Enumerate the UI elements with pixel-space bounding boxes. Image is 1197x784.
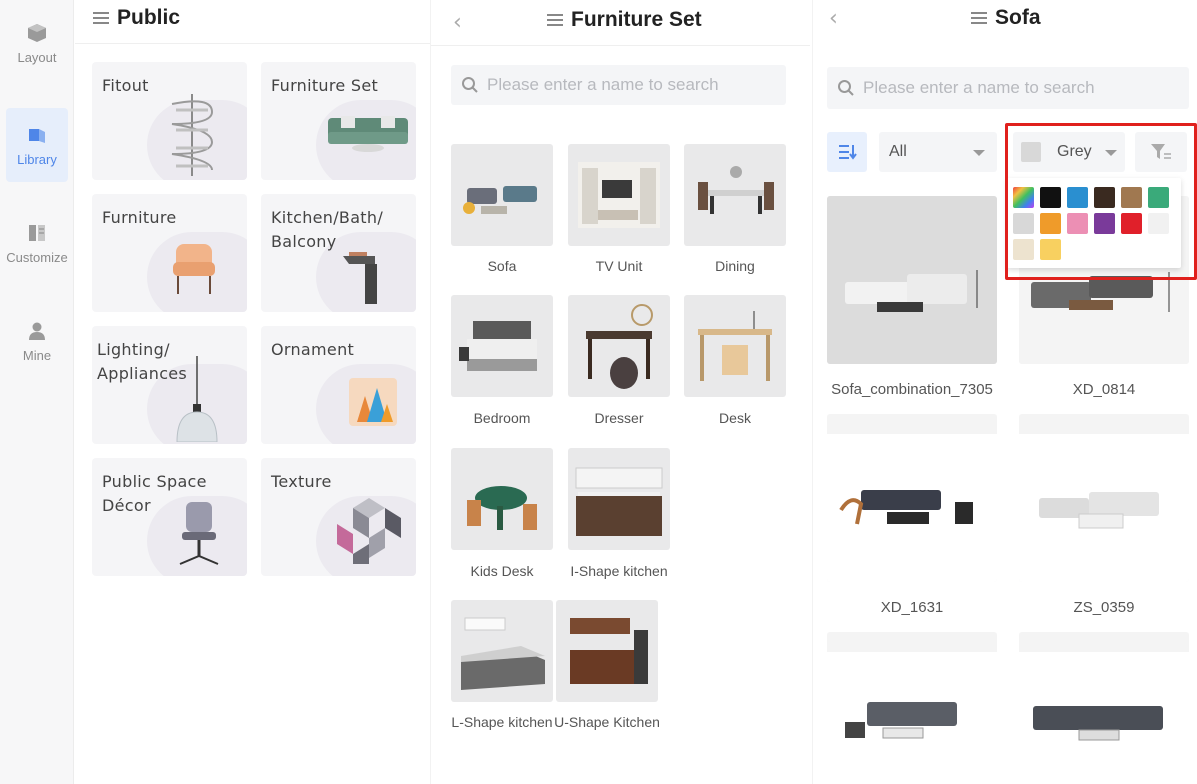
product-label: ZS_0359 <box>1073 599 1135 616</box>
category-texture[interactable]: Texture <box>261 458 416 576</box>
rail-item-customize[interactable]: Customize <box>6 206 68 280</box>
back-chevron-icon[interactable]: ‹ <box>829 6 838 31</box>
furniture-set-panel: ‹ Furniture Set Please enter a name to s… <box>430 0 810 784</box>
furniture-set-search-input[interactable]: Please enter a name to search <box>451 65 786 105</box>
set-tile-kids-desk[interactable] <box>451 448 553 550</box>
office-chair-icon <box>179 502 219 565</box>
rail-label: Layout <box>17 49 57 65</box>
rail-item-layout[interactable]: Layout <box>6 6 68 80</box>
set-tile-i-shape-kitchen[interactable] <box>568 448 670 550</box>
set-tile-label: Dresser <box>594 410 644 426</box>
set-tile-label: I-Shape kitchen <box>570 563 668 579</box>
public-panel: Public Fitout Furniture Set Furniture Ki… <box>75 0 430 784</box>
set-tile-tv-unit[interactable] <box>568 144 670 246</box>
chevron-down-icon <box>973 150 985 156</box>
set-tile-l-shape-kitchen[interactable] <box>451 600 553 702</box>
set-tile-label: Kids Desk <box>470 563 534 579</box>
product-card[interactable] <box>1019 632 1189 784</box>
public-title: Public <box>93 6 180 30</box>
set-tile-label: Desk <box>719 410 751 426</box>
set-tile-u-shape-kitchen[interactable] <box>556 600 658 702</box>
armchair-icon <box>173 244 215 294</box>
sofa-icon <box>328 116 408 152</box>
category-fitout[interactable]: Fitout <box>92 62 247 180</box>
set-tile-dresser[interactable] <box>568 295 670 397</box>
set-tile-label: Sofa <box>487 258 517 274</box>
product-card[interactable] <box>827 196 997 364</box>
product-card[interactable] <box>827 632 997 784</box>
search-icon <box>837 79 855 97</box>
sofa-search-input[interactable]: Please enter a name to search <box>827 67 1189 109</box>
sofa-panel: ‹ Sofa Please enter a name to search All… <box>812 0 1197 784</box>
set-tile-label: U-Shape Kitchen <box>554 714 660 730</box>
list-icon <box>971 12 987 24</box>
product-card[interactable] <box>827 414 997 582</box>
furniture-set-title: Furniture Set <box>547 8 702 32</box>
spiral-stair-icon <box>171 94 214 176</box>
product-label: XD_0814 <box>1072 381 1136 398</box>
search-icon <box>461 76 479 94</box>
set-tile-label: Bedroom <box>473 410 531 426</box>
list-icon <box>547 14 563 26</box>
set-tile-label: L-Shape kitchen <box>451 714 553 730</box>
category-kitchen-bath-balcony[interactable]: Kitchen/Bath/ Balcony <box>261 194 416 312</box>
pillow-icon <box>349 378 397 426</box>
customize-book-icon <box>26 222 48 244</box>
list-icon <box>93 12 109 24</box>
sofa-header: ‹ Sofa <box>813 0 1197 44</box>
public-header: Public <box>75 0 430 44</box>
faucet-icon <box>343 252 377 304</box>
rail-label: Customize <box>6 249 68 265</box>
layout-cube-icon <box>26 22 48 44</box>
highlight-annotation-box <box>1005 123 1197 280</box>
product-label: Sofa_combination_7305 <box>831 381 993 398</box>
sort-button[interactable] <box>827 132 867 172</box>
set-tile-label: TV Unit <box>595 258 643 274</box>
set-tile-dining[interactable] <box>684 144 786 246</box>
rail-label: Library <box>17 151 57 167</box>
set-tile-label: Dining <box>715 258 755 274</box>
back-chevron-icon[interactable]: ‹ <box>453 10 462 35</box>
furniture-set-header: ‹ Furniture Set <box>431 0 810 46</box>
sort-icon <box>839 145 857 160</box>
rail-label: Mine <box>22 347 52 363</box>
set-tile-bedroom[interactable] <box>451 295 553 397</box>
library-cube-icon <box>26 124 48 146</box>
product-card[interactable] <box>1019 414 1189 582</box>
rail-item-library[interactable]: Library <box>6 108 68 182</box>
category-furniture-set[interactable]: Furniture Set <box>261 62 416 180</box>
rail-item-mine[interactable]: Mine <box>6 304 68 378</box>
pendant-lamp-icon <box>176 356 218 442</box>
category-furniture[interactable]: Furniture <box>92 194 247 312</box>
sofa-title: Sofa <box>971 6 1041 30</box>
texture-cubes-icon <box>337 498 401 564</box>
set-tile-sofa[interactable] <box>451 144 553 246</box>
type-filter-select[interactable]: All <box>879 132 997 172</box>
category-public-space-decor[interactable]: Public Space Décor <box>92 458 247 576</box>
left-rail: Layout Library Customize Mine <box>0 0 74 784</box>
product-label: XD_1631 <box>880 599 944 616</box>
user-icon <box>26 320 48 342</box>
set-tile-desk[interactable] <box>684 295 786 397</box>
category-ornament[interactable]: Ornament <box>261 326 416 444</box>
category-lighting-appliances[interactable]: Lighting/ Appliances <box>92 326 247 444</box>
